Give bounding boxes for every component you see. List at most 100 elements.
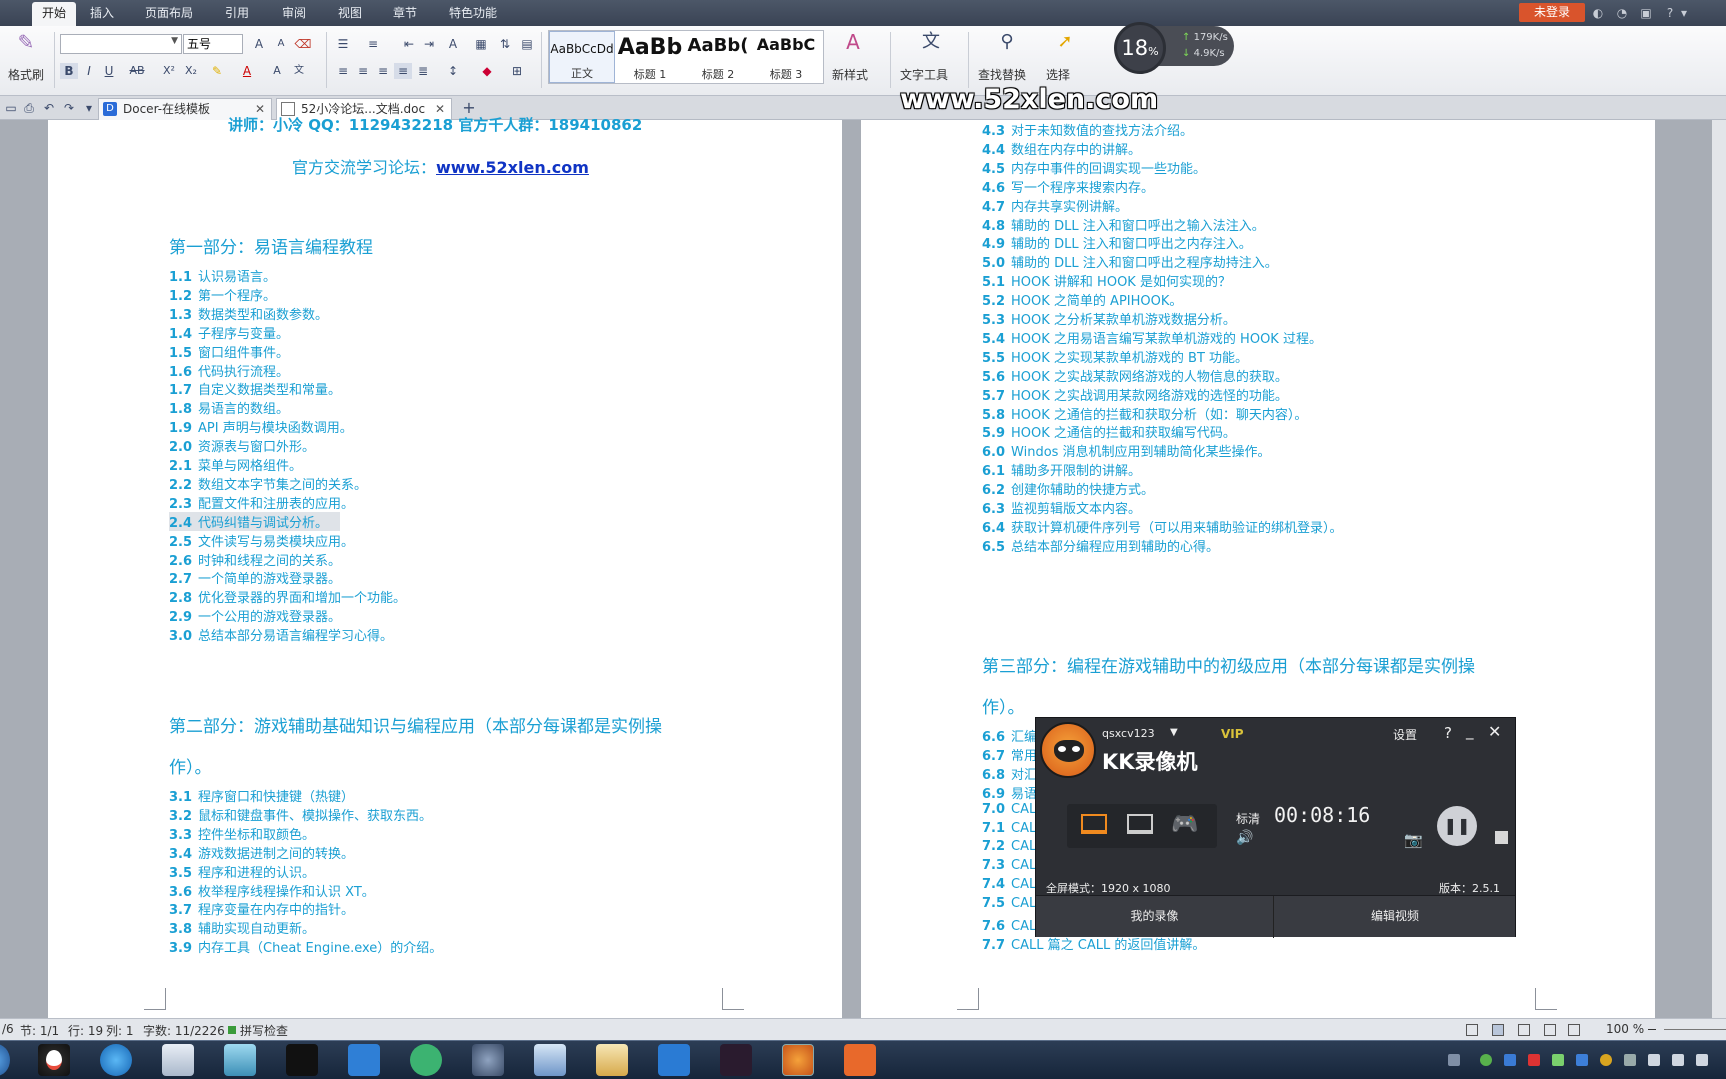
- text-tools-icon[interactable]: 文: [918, 33, 944, 58]
- new-style-label[interactable]: 新样式: [832, 66, 868, 83]
- spell-check[interactable]: 拼写检查: [240, 1022, 288, 1039]
- font-name-select[interactable]: ▼: [60, 34, 182, 54]
- undo-icon[interactable]: ↶: [40, 100, 58, 116]
- grow-font-icon[interactable]: A: [250, 36, 268, 52]
- font-color-icon[interactable]: A: [238, 63, 256, 79]
- show-marks-icon[interactable]: ▤: [518, 36, 536, 52]
- edit-video-button[interactable]: 编辑视频: [1275, 896, 1515, 938]
- view-full-icon[interactable]: [1466, 1024, 1478, 1036]
- font-size-select[interactable]: 五号: [183, 34, 243, 54]
- tray-icon[interactable]: [1480, 1054, 1492, 1066]
- align-right-icon[interactable]: ≡: [374, 63, 392, 79]
- page-left[interactable]: 讲师：小冷 QQ：1129432218 官方千人群：189410862 官方交流…: [48, 116, 842, 1018]
- line-spacing-icon[interactable]: ↕: [444, 63, 462, 79]
- redo-icon[interactable]: ↷: [60, 100, 78, 116]
- chevron-down-icon[interactable]: ▾: [1677, 6, 1691, 20]
- format-painter-icon[interactable]: ✎: [14, 32, 38, 58]
- gift-icon[interactable]: ▣: [1639, 6, 1653, 20]
- style-heading-2[interactable]: AaBb( 标题 2: [685, 31, 751, 83]
- region-mode-icon[interactable]: [1127, 814, 1153, 834]
- volume-icon[interactable]: [1672, 1054, 1684, 1066]
- shading-icon[interactable]: ◆: [478, 63, 496, 79]
- bullets-icon[interactable]: ☰: [334, 36, 352, 52]
- strikethrough-icon[interactable]: AB: [122, 63, 152, 79]
- tray-icon[interactable]: [1528, 1054, 1540, 1066]
- minimize-icon[interactable]: _: [1466, 722, 1474, 740]
- find-replace-label[interactable]: 查找替换: [978, 66, 1026, 83]
- start-button[interactable]: [0, 1044, 10, 1076]
- forum-link[interactable]: www.52xlen.com: [436, 158, 589, 177]
- kk-recorder-taskbar-icon[interactable]: [782, 1044, 814, 1076]
- subscript-icon[interactable]: X₂: [182, 63, 200, 79]
- presentation-app-icon[interactable]: [844, 1044, 876, 1076]
- select-cursor-icon[interactable]: ➚: [1052, 33, 1078, 58]
- camera-icon[interactable]: 📷: [1404, 831, 1423, 849]
- tab-review[interactable]: 审阅: [282, 5, 306, 22]
- wps-writer-icon[interactable]: [658, 1044, 690, 1076]
- tab-references[interactable]: 引用: [225, 5, 249, 22]
- vertical-scrollbar[interactable]: [1712, 120, 1726, 1018]
- input-method-icon[interactable]: [1696, 1054, 1708, 1066]
- view-read-icon[interactable]: [1568, 1024, 1580, 1036]
- tab-home[interactable]: 开始: [32, 2, 77, 26]
- increase-indent-icon[interactable]: ⇥: [420, 36, 438, 52]
- style-normal[interactable]: AaBbCcDd 正文: [549, 31, 615, 83]
- skin-icon[interactable]: ◐: [1591, 6, 1605, 20]
- volume-icon[interactable]: 🔊: [1236, 830, 1253, 846]
- explorer-icon[interactable]: [596, 1044, 628, 1076]
- view-outline-icon[interactable]: [1518, 1024, 1530, 1036]
- page-count[interactable]: /6: [2, 1022, 14, 1036]
- new-style-icon[interactable]: A: [840, 32, 866, 58]
- app-icon[interactable]: [286, 1044, 318, 1076]
- image-app-icon[interactable]: [534, 1044, 566, 1076]
- game-mode-icon[interactable]: 🎮: [1171, 812, 1198, 837]
- network-icon[interactable]: [1648, 1054, 1660, 1066]
- zoom-out-icon[interactable]: [1648, 1029, 1656, 1030]
- account-dropdown-icon[interactable]: ▼: [1170, 727, 1178, 738]
- settings-app-icon[interactable]: [472, 1044, 504, 1076]
- view-web-icon[interactable]: [1544, 1024, 1556, 1036]
- superscript-icon[interactable]: X²: [160, 63, 178, 79]
- style-heading-1[interactable]: AaBb 标题 1: [617, 31, 683, 83]
- media-app-icon[interactable]: [720, 1044, 752, 1076]
- clear-format-icon[interactable]: ⌫: [294, 36, 312, 52]
- style-heading-3[interactable]: AaBbC 标题 3: [753, 31, 819, 83]
- char-shading-icon[interactable]: A: [268, 63, 286, 79]
- zoom-slider[interactable]: [1664, 1029, 1726, 1030]
- tray-icon[interactable]: [1600, 1054, 1612, 1066]
- tab-insert[interactable]: 插入: [90, 5, 114, 22]
- my-recordings-button[interactable]: 我的录像: [1036, 896, 1274, 938]
- notepad-icon[interactable]: [224, 1044, 256, 1076]
- tab-page-layout[interactable]: 页面布局: [145, 5, 193, 22]
- justify-icon[interactable]: ≡: [394, 63, 412, 79]
- calculator-icon[interactable]: [162, 1044, 194, 1076]
- feedback-icon[interactable]: ◔: [1615, 6, 1629, 20]
- network-speed-widget[interactable]: ↑ 179K/s ↓ 4.9K/s 18%: [1114, 22, 1234, 74]
- sogou-icon[interactable]: [100, 1044, 132, 1076]
- pause-button[interactable]: ❚❚: [1437, 806, 1477, 846]
- c-app-icon[interactable]: [410, 1044, 442, 1076]
- select-label[interactable]: 选择: [1046, 66, 1070, 83]
- login-button[interactable]: 未登录: [1519, 3, 1585, 22]
- word-count[interactable]: 字数: 11/2226: [143, 1022, 225, 1039]
- qq-icon[interactable]: [38, 1044, 70, 1076]
- preview-icon[interactable]: ⎙: [20, 100, 38, 116]
- highlight-icon[interactable]: ✎: [208, 63, 226, 79]
- fullscreen-mode-icon[interactable]: [1081, 814, 1107, 834]
- help-icon[interactable]: ?: [1663, 6, 1677, 20]
- tab-special-features[interactable]: 特色功能: [449, 5, 497, 22]
- distribute-icon[interactable]: ≣: [414, 63, 432, 79]
- decrease-indent-icon[interactable]: ⇤: [400, 36, 418, 52]
- help-button[interactable]: ?: [1444, 724, 1452, 742]
- quick-access-dropdown-icon[interactable]: ▾: [80, 100, 98, 116]
- sort-icon[interactable]: ⇅: [496, 36, 514, 52]
- numbering-icon[interactable]: ≡: [364, 36, 382, 52]
- tray-icon[interactable]: [1576, 1054, 1588, 1066]
- print-preview-icon[interactable]: ▭: [2, 100, 20, 116]
- bold-icon[interactable]: B: [60, 63, 78, 79]
- view-page-icon[interactable]: [1492, 1024, 1504, 1036]
- zoom-level[interactable]: 100 %: [1606, 1022, 1644, 1036]
- borders-icon[interactable]: ⊞: [508, 63, 526, 79]
- align-left-icon[interactable]: ≡: [334, 63, 352, 79]
- binoculars-icon[interactable]: ⚲: [994, 33, 1020, 58]
